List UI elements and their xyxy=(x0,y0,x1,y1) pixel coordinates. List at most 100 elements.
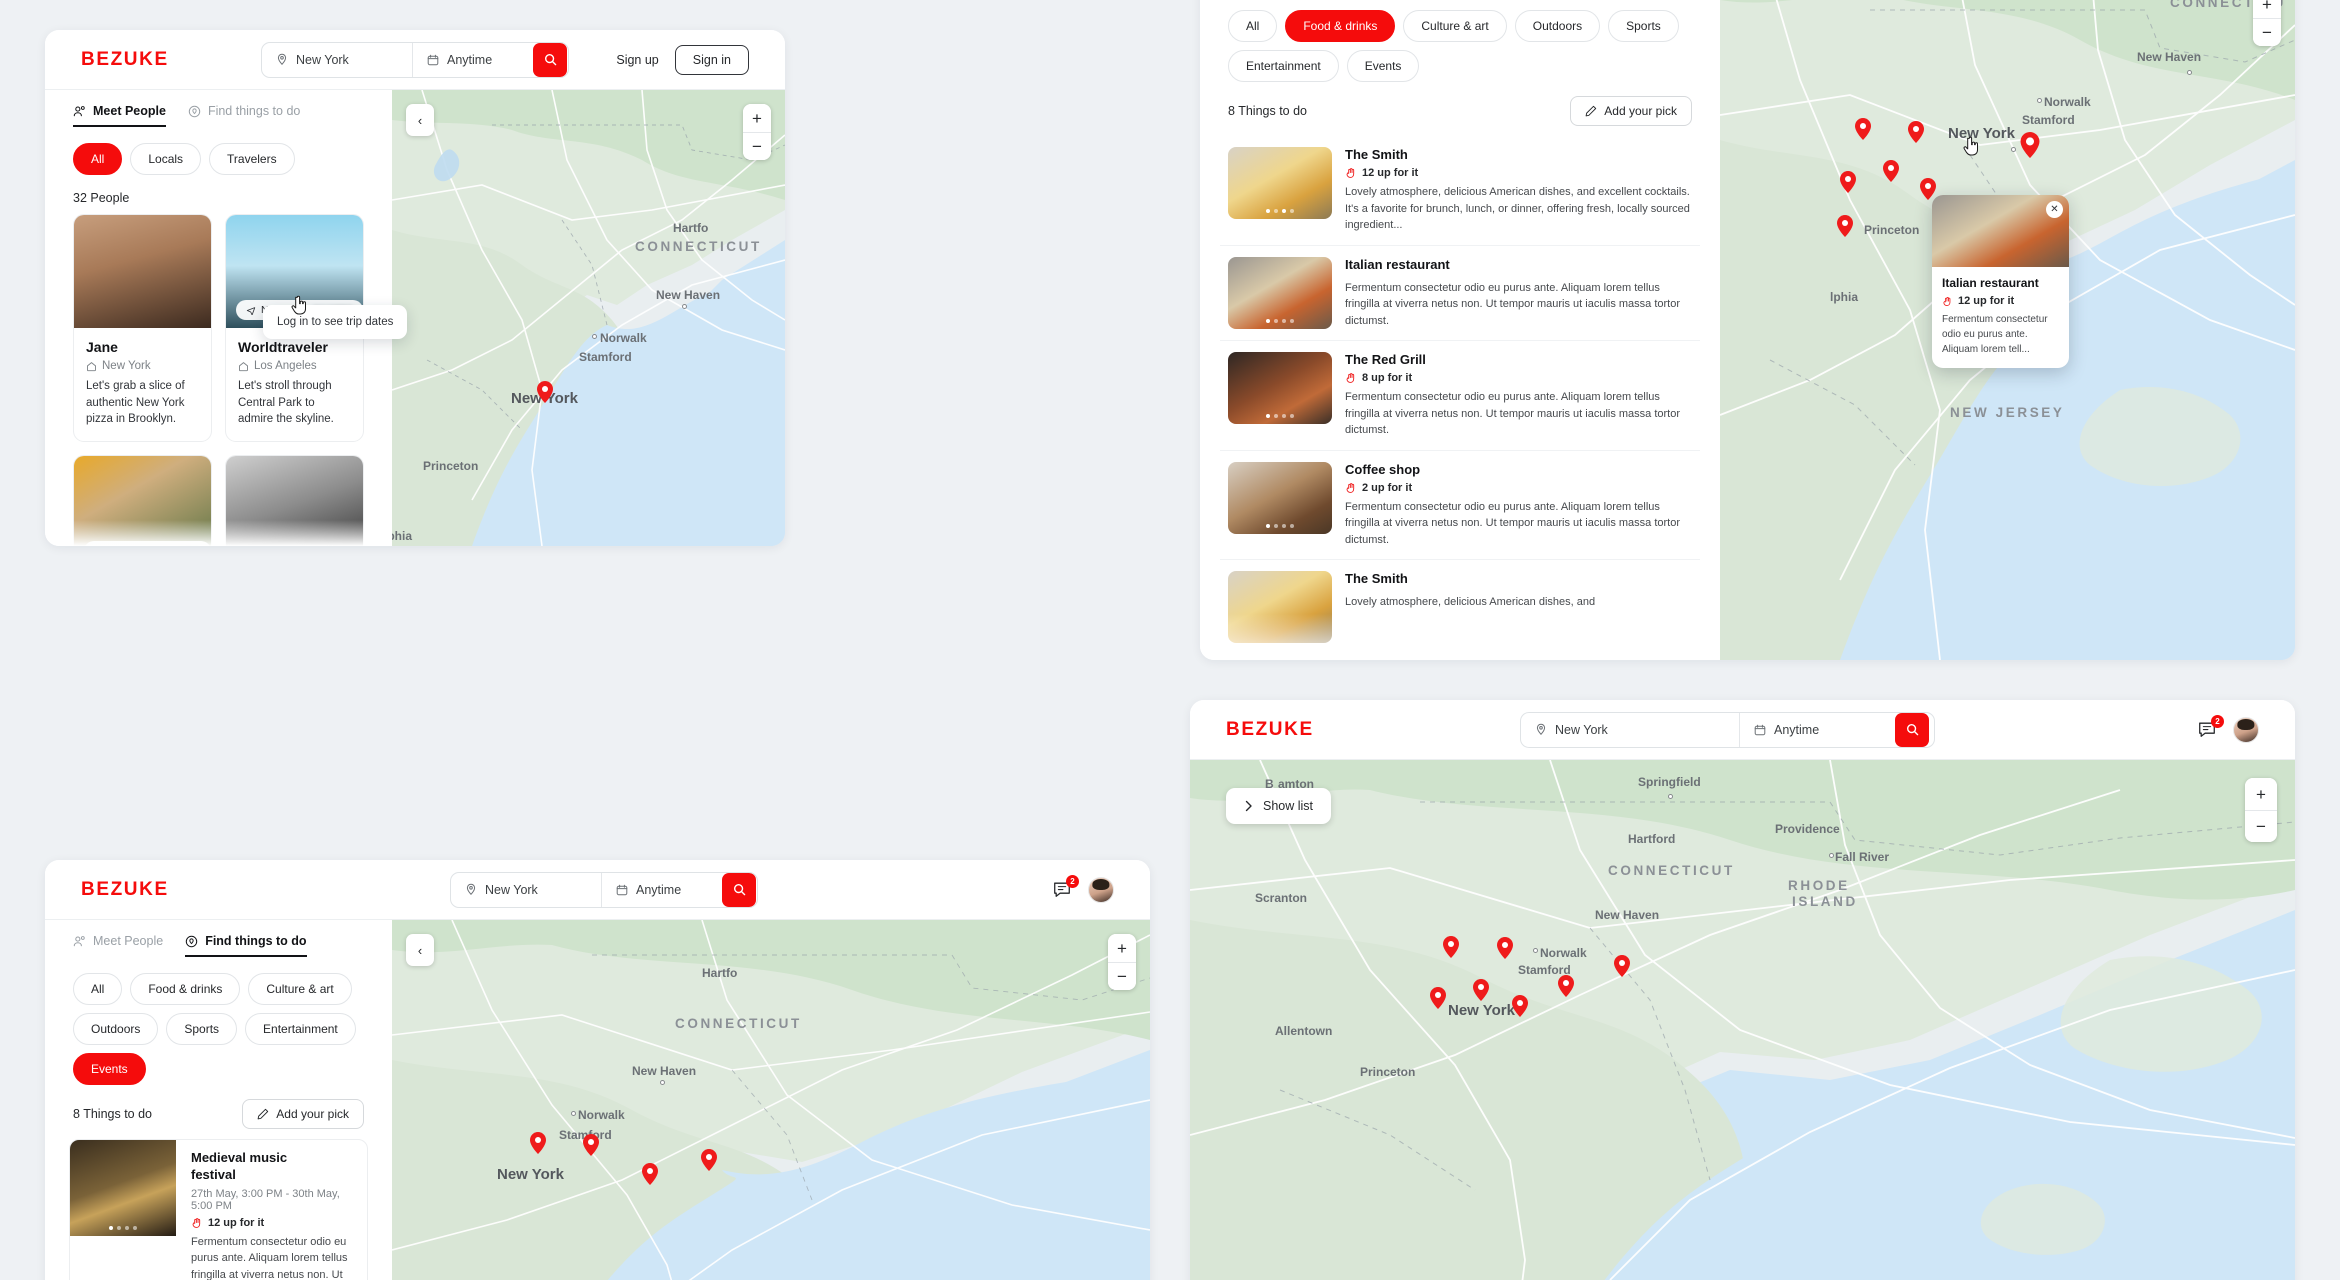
map-pin[interactable] xyxy=(537,381,553,403)
person-card[interactable]: New York, Lora Los Angeles xyxy=(73,455,212,546)
search-date-field[interactable]: Anytime xyxy=(601,872,721,907)
search-submit-button[interactable] xyxy=(533,42,567,77)
zoom-in-button[interactable]: + xyxy=(2245,778,2277,810)
map-pin[interactable] xyxy=(1883,160,1899,182)
notifications-button[interactable]: 2 xyxy=(1052,874,1079,901)
thing-item[interactable]: The Red Grill 8 up for it Fermentum cons… xyxy=(1220,341,1700,451)
map-pin[interactable] xyxy=(1430,987,1446,1009)
event-item[interactable]: Medieval music festival 27th May, 3:00 P… xyxy=(69,1139,368,1280)
map-popup-card[interactable]: ✕ Italian restaurant 12 up for it Fermen… xyxy=(1932,195,2069,368)
map-canvas[interactable]: CONNECTICUT RHODE ISLAND B amton Springf… xyxy=(1190,760,2295,1280)
signin-button[interactable]: Sign in xyxy=(674,44,749,75)
thing-item[interactable]: The Smith Lovely atmosphere, delicious A… xyxy=(1220,560,1700,654)
map-pin[interactable] xyxy=(642,1163,658,1185)
map-container[interactable]: CONNECTICUT Hartfo New Haven Norwalk Sta… xyxy=(392,920,1150,1280)
chip-outdoors[interactable]: Outdoors xyxy=(73,1013,159,1045)
map-container[interactable]: CONNECTICUT NEW JERSEY Hartfo New Haven … xyxy=(392,90,785,546)
map-pin[interactable] xyxy=(583,1134,599,1156)
chip-travelers[interactable]: Travelers xyxy=(209,143,295,175)
carousel-dots[interactable] xyxy=(1266,209,1294,213)
brand-logo[interactable]: BEZUKE xyxy=(81,49,169,71)
chip-outdoors[interactable]: Outdoors xyxy=(1514,10,1601,42)
collapse-list-button[interactable]: ‹ xyxy=(406,104,434,136)
search-date-field[interactable]: Anytime xyxy=(1739,712,1894,747)
carousel-dots[interactable] xyxy=(1266,414,1294,418)
thing-item[interactable]: Coffee shop 2 up for it Fermentum consec… xyxy=(1220,451,1700,560)
chip-all[interactable]: All xyxy=(1228,10,1278,42)
screenshot-root: BEZUKE New York Anytime Sign up Sign in … xyxy=(0,0,2340,1280)
avatar[interactable] xyxy=(1088,876,1114,903)
zoom-in-button[interactable]: + xyxy=(1108,934,1136,962)
chip-entertainment[interactable]: Entertainment xyxy=(1228,50,1339,82)
search-submit-button[interactable] xyxy=(722,872,756,907)
carousel-dots[interactable] xyxy=(1266,318,1294,323)
map-container[interactable]: CONNECTICU NEW JERSEY Hartfo New Haven N… xyxy=(1720,0,2295,660)
show-list-button[interactable]: Show list xyxy=(1226,788,1332,824)
notifications-button[interactable]: 2 xyxy=(2197,714,2224,741)
map-pin[interactable] xyxy=(530,1132,546,1154)
map-pin[interactable] xyxy=(1840,171,1856,193)
person-card[interactable]: Jane New York Let's grab a slice of auth… xyxy=(73,214,212,443)
zoom-out-button[interactable]: − xyxy=(743,132,771,160)
search-location-field[interactable]: New York xyxy=(451,873,601,907)
carousel-dots[interactable] xyxy=(1266,523,1294,528)
map-pin[interactable] xyxy=(1837,215,1853,237)
tab-find-things[interactable]: Find things to do xyxy=(185,934,307,957)
chip-culture-art[interactable]: Culture & art xyxy=(248,973,352,1005)
search-submit-button[interactable] xyxy=(1895,712,1929,747)
zoom-in-button[interactable]: + xyxy=(743,104,771,132)
map-pin[interactable] xyxy=(1497,937,1513,959)
tab-find-things-label: Find things to do xyxy=(205,934,307,948)
search-date-field[interactable]: Anytime xyxy=(412,42,532,77)
thing-item[interactable]: The Smith 12 up for it Lovely atmosphere… xyxy=(1220,136,1700,246)
trip-tag[interactable]: New York, xyxy=(84,541,211,546)
tab-find-things[interactable]: Find things to do xyxy=(188,104,300,127)
person-card[interactable]: Michael New York Let's grab a slice of a… xyxy=(225,455,364,546)
carousel-dots[interactable] xyxy=(109,1226,137,1230)
map-pin[interactable] xyxy=(1443,936,1459,958)
zoom-out-button[interactable]: − xyxy=(2245,810,2277,842)
map-pin[interactable] xyxy=(1855,118,1871,140)
chip-sports[interactable]: Sports xyxy=(1608,10,1679,42)
chip-sports[interactable]: Sports xyxy=(166,1013,238,1045)
map-pin[interactable] xyxy=(1614,955,1630,977)
zoom-out-button[interactable]: − xyxy=(2253,18,2281,46)
map-canvas[interactable]: CONNECTICUT Hartfo New Haven Norwalk Sta… xyxy=(392,920,1150,1280)
map-container[interactable]: CONNECTICUT RHODE ISLAND B amton Springf… xyxy=(1190,760,2295,1280)
close-icon[interactable]: ✕ xyxy=(2046,201,2063,218)
map-canvas[interactable]: CONNECTICU NEW JERSEY Hartfo New Haven N… xyxy=(1720,0,2295,660)
map-pin[interactable] xyxy=(1908,121,1924,143)
list-header: 8 Things to do Add your pick xyxy=(45,1085,392,1139)
brand-logo[interactable]: BEZUKE xyxy=(81,879,169,901)
left-column: All Food & drinks Culture & art Outdoors… xyxy=(1200,0,1720,660)
map-canvas[interactable]: CONNECTICUT NEW JERSEY Hartfo New Haven … xyxy=(392,90,785,546)
signup-link[interactable]: Sign up xyxy=(616,53,658,67)
search-location-field[interactable]: New York xyxy=(1521,713,1739,747)
zoom-in-button[interactable]: + xyxy=(2253,0,2281,18)
thing-item[interactable]: Italian restaurant Fermentum consectetur… xyxy=(1220,246,1700,341)
tab-meet-people[interactable]: Meet People xyxy=(73,934,163,957)
map-pin[interactable] xyxy=(1558,975,1574,997)
chip-entertainment[interactable]: Entertainment xyxy=(245,1013,356,1045)
map-pin-selected[interactable] xyxy=(2020,132,2040,158)
chip-locals[interactable]: Locals xyxy=(130,143,202,175)
add-your-pick-button[interactable]: Add your pick xyxy=(242,1099,364,1129)
chip-food-drinks[interactable]: Food & drinks xyxy=(1285,10,1396,42)
chip-events[interactable]: Events xyxy=(73,1053,146,1085)
search-location-field[interactable]: New York xyxy=(262,43,412,77)
tab-meet-people[interactable]: Meet People xyxy=(73,104,166,127)
chip-food-drinks[interactable]: Food & drinks xyxy=(130,973,241,1005)
add-your-pick-button[interactable]: Add your pick xyxy=(1570,96,1692,126)
chip-culture-art[interactable]: Culture & art xyxy=(1403,10,1507,42)
collapse-list-button[interactable]: ‹ xyxy=(406,934,434,966)
event-up-label: 12 up for it xyxy=(208,1216,265,1229)
chip-all[interactable]: All xyxy=(73,143,123,175)
avatar[interactable] xyxy=(2233,716,2259,743)
map-pin[interactable] xyxy=(701,1149,717,1171)
map-pin[interactable] xyxy=(1512,995,1528,1017)
brand-logo[interactable]: BEZUKE xyxy=(1226,719,1314,741)
chip-all[interactable]: All xyxy=(73,973,123,1005)
chip-events[interactable]: Events xyxy=(1346,50,1420,82)
zoom-out-button[interactable]: − xyxy=(1108,962,1136,990)
map-pin[interactable] xyxy=(1473,979,1489,1001)
